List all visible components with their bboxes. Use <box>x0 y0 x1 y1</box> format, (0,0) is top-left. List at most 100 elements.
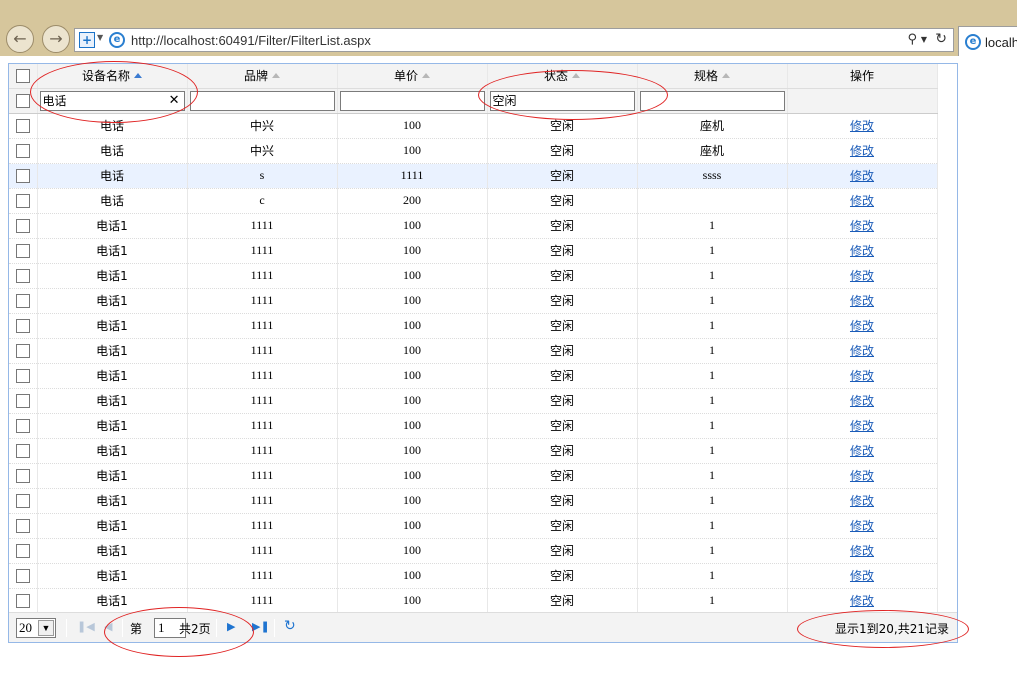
table-row[interactable]: 电话 s 1111 空闲 ssss 修改 <box>9 163 938 189</box>
row-checkbox[interactable] <box>15 294 30 309</box>
cell-price: 100 <box>337 463 488 489</box>
cell-status: 空闲 <box>487 463 638 489</box>
col-header-action: 操作 <box>787 64 938 89</box>
row-checkbox[interactable] <box>15 444 30 459</box>
row-checkbox[interactable] <box>15 469 30 484</box>
refresh-icon[interactable]: ↻ <box>935 31 947 47</box>
table-row[interactable]: 电话 c 200 空闲 修改 <box>9 188 938 214</box>
row-checkbox-cell <box>9 113 38 139</box>
row-checkbox[interactable] <box>15 569 30 584</box>
edit-link[interactable]: 修改 <box>850 369 874 383</box>
row-checkbox[interactable] <box>15 394 30 409</box>
address-bar[interactable]: + ▼ e http://localhost:60491/Filter/Filt… <box>74 28 954 52</box>
filter-row-checkbox[interactable] <box>15 93 30 108</box>
edit-link[interactable]: 修改 <box>850 294 874 308</box>
table-row[interactable]: 电话1 1111 100 空闲 1 修改 <box>9 263 938 289</box>
edit-link[interactable]: 修改 <box>850 169 874 183</box>
url-text[interactable]: http://localhost:60491/Filter/FilterList… <box>131 33 371 48</box>
cell-price: 100 <box>337 288 488 314</box>
edit-link[interactable]: 修改 <box>850 544 874 558</box>
row-checkbox[interactable] <box>15 544 30 559</box>
cell-price: 100 <box>337 438 488 464</box>
table-row[interactable]: 电话1 1111 100 空闲 1 修改 <box>9 363 938 389</box>
row-checkbox[interactable] <box>15 594 30 609</box>
cell-name: 电话1 <box>37 288 188 314</box>
row-checkbox[interactable] <box>15 519 30 534</box>
refresh-icon[interactable]: ↻ <box>284 618 296 634</box>
row-checkbox[interactable] <box>15 244 30 259</box>
cell-brand: 1111 <box>187 563 338 589</box>
cell-name: 电话1 <box>37 338 188 364</box>
first-page-icon[interactable]: ❚◀ <box>77 620 95 633</box>
filter-input-brand[interactable] <box>189 90 335 111</box>
col-header-brand[interactable]: 品牌 <box>187 64 338 89</box>
edit-link[interactable]: 修改 <box>850 569 874 583</box>
table-row[interactable]: 电话1 1111 100 空闲 1 修改 <box>9 313 938 339</box>
row-checkbox[interactable] <box>15 219 30 234</box>
row-checkbox[interactable] <box>15 344 30 359</box>
row-checkbox[interactable] <box>15 144 30 159</box>
select-all-checkbox[interactable] <box>15 69 30 83</box>
cell-status: 空闲 <box>487 438 638 464</box>
cell-name: 电话1 <box>37 563 188 589</box>
table-row[interactable]: 电话 中兴 100 空闲 座机 修改 <box>9 138 938 164</box>
divider <box>274 619 275 637</box>
search-icon[interactable]: ⚲ <box>907 32 917 47</box>
edit-link[interactable]: 修改 <box>850 194 874 208</box>
edit-link[interactable]: 修改 <box>850 119 874 133</box>
row-checkbox[interactable] <box>15 319 30 334</box>
cell-brand: 1111 <box>187 438 338 464</box>
edit-link[interactable]: 修改 <box>850 394 874 408</box>
page-size-select[interactable]: 20 ▼ <box>16 618 56 638</box>
edit-link[interactable]: 修改 <box>850 594 874 608</box>
compatibility-shield-icon[interactable]: + <box>79 32 95 48</box>
table-row[interactable]: 电话1 1111 100 空闲 1 修改 <box>9 288 938 314</box>
edit-link[interactable]: 修改 <box>850 219 874 233</box>
filter-input-price[interactable] <box>339 90 485 111</box>
row-checkbox[interactable] <box>15 119 30 134</box>
edit-link[interactable]: 修改 <box>850 144 874 158</box>
edit-link[interactable]: 修改 <box>850 494 874 508</box>
col-header-price[interactable]: 单价 <box>337 64 488 89</box>
edit-link[interactable]: 修改 <box>850 244 874 258</box>
edit-link[interactable]: 修改 <box>850 269 874 283</box>
chevron-down-icon[interactable]: ▼ <box>97 33 103 42</box>
row-checkbox[interactable] <box>15 369 30 384</box>
table-row[interactable]: 电话1 1111 100 空闲 1 修改 <box>9 488 938 514</box>
edit-link[interactable]: 修改 <box>850 344 874 358</box>
edit-link[interactable]: 修改 <box>850 419 874 433</box>
table-row[interactable]: 电话1 1111 100 空闲 1 修改 <box>9 238 938 264</box>
cell-action: 修改 <box>787 563 938 589</box>
edit-link[interactable]: 修改 <box>850 444 874 458</box>
cell-action: 修改 <box>787 588 938 614</box>
table-row[interactable]: 电话1 1111 100 空闲 1 修改 <box>9 413 938 439</box>
table-row[interactable]: 电话1 1111 100 空闲 1 修改 <box>9 563 938 589</box>
row-checkbox[interactable] <box>15 494 30 509</box>
cell-name: 电话1 <box>37 213 188 239</box>
row-checkbox[interactable] <box>15 194 30 209</box>
row-checkbox[interactable] <box>15 169 30 184</box>
last-page-icon[interactable]: ▶❚ <box>252 620 270 633</box>
table-row[interactable]: 电话1 1111 100 空闲 1 修改 <box>9 213 938 239</box>
row-checkbox[interactable] <box>15 419 30 434</box>
cell-price: 100 <box>337 338 488 364</box>
table-row[interactable]: 电话1 1111 100 空闲 1 修改 <box>9 513 938 539</box>
cell-action: 修改 <box>787 288 938 314</box>
cell-brand: c <box>187 188 338 214</box>
table-row[interactable]: 电话1 1111 100 空闲 1 修改 <box>9 463 938 489</box>
browser-tab[interactable]: e localhost <box>958 26 1017 56</box>
row-checkbox-cell <box>9 163 38 189</box>
edit-link[interactable]: 修改 <box>850 519 874 533</box>
back-arrow-icon[interactable]: ← <box>6 25 34 53</box>
search-dropdown-icon[interactable]: ▼ <box>921 35 927 44</box>
table-row[interactable]: 电话1 1111 100 空闲 1 修改 <box>9 388 938 414</box>
chevron-down-icon: ▼ <box>38 620 54 636</box>
table-row[interactable]: 电话1 1111 100 空闲 1 修改 <box>9 338 938 364</box>
row-checkbox[interactable] <box>15 269 30 284</box>
forward-arrow-icon[interactable]: → <box>42 25 70 53</box>
edit-link[interactable]: 修改 <box>850 319 874 333</box>
table-row[interactable]: 电话1 1111 100 空闲 1 修改 <box>9 438 938 464</box>
edit-link[interactable]: 修改 <box>850 469 874 483</box>
table-row[interactable]: 电话1 1111 100 空闲 1 修改 <box>9 538 938 564</box>
cell-spec: 1 <box>637 388 788 414</box>
